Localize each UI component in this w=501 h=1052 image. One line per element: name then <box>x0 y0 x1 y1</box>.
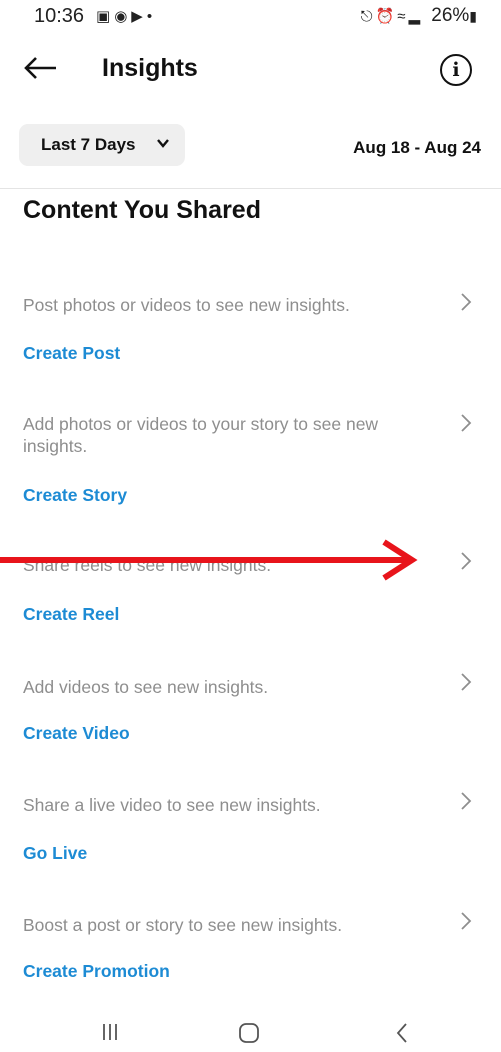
signal-icon: ▂ <box>408 8 423 25</box>
chevron-right-icon[interactable] <box>459 911 473 931</box>
chevron-right-icon[interactable] <box>459 672 473 692</box>
post-insight-row[interactable]: Post photos or videos to see new insight… <box>23 294 423 316</box>
messenger-icon: ◉ <box>114 8 132 25</box>
home-icon[interactable] <box>238 1022 260 1044</box>
story-insight-row[interactable]: Add photos or videos to your story to se… <box>23 413 423 457</box>
chevron-down-icon <box>157 139 169 148</box>
create-post-link[interactable]: Create Post <box>23 343 120 364</box>
create-story-link[interactable]: Create Story <box>23 485 127 506</box>
create-video-link[interactable]: Create Video <box>23 723 130 744</box>
status-time: 10:36 <box>34 5 85 27</box>
red-arrow-icon <box>0 539 418 581</box>
chevron-right-icon[interactable] <box>459 791 473 811</box>
create-reel-link[interactable]: Create Reel <box>23 604 119 625</box>
battery-level: 26%▮ <box>431 5 477 27</box>
section-title: Content You Shared <box>23 196 261 224</box>
top-bar: Insights i <box>0 44 501 94</box>
dot-icon: • <box>146 8 157 25</box>
chevron-right-icon[interactable] <box>459 292 473 312</box>
wifi-icon: ≈ <box>397 8 409 25</box>
chevron-right-icon[interactable] <box>459 551 473 571</box>
notification-icons: ▣◉▶• <box>96 7 156 25</box>
vpn-key-icon: ⎋ <box>360 8 376 25</box>
go-live-link[interactable]: Go Live <box>23 843 87 864</box>
chevron-right-icon[interactable] <box>459 413 473 433</box>
video-insight-row[interactable]: Add videos to see new insights. <box>23 676 423 698</box>
system-nav-bar <box>0 1015 501 1052</box>
battery-percent: 26% <box>431 5 470 26</box>
recent-apps-icon[interactable] <box>101 1022 119 1042</box>
create-promotion-link[interactable]: Create Promotion <box>23 961 170 982</box>
divider <box>0 188 501 189</box>
promotion-insight-row[interactable]: Boost a post or story to see new insight… <box>23 914 423 936</box>
date-range: Aug 18 - Aug 24 <box>353 138 481 157</box>
arrow-left-icon[interactable] <box>20 46 60 86</box>
live-insight-row[interactable]: Share a live video to see new insights. <box>23 794 423 816</box>
period-dropdown[interactable]: Last 7 Days <box>19 124 185 166</box>
battery-icon: ▮ <box>469 8 477 24</box>
youtube-icon: ▶ <box>131 8 147 25</box>
gallery-icon: ▣ <box>96 8 115 25</box>
page-title: Insights <box>102 54 198 82</box>
system-icons: ⎋⏰≈▂ <box>361 7 423 25</box>
back-icon[interactable] <box>395 1022 409 1044</box>
info-icon[interactable]: i <box>440 54 472 86</box>
status-bar: 10:36 ▣◉▶• ⎋⏰≈▂ 26%▮ <box>0 0 501 36</box>
period-label: Last 7 Days <box>41 135 136 154</box>
alarm-icon: ⏰ <box>375 8 398 25</box>
